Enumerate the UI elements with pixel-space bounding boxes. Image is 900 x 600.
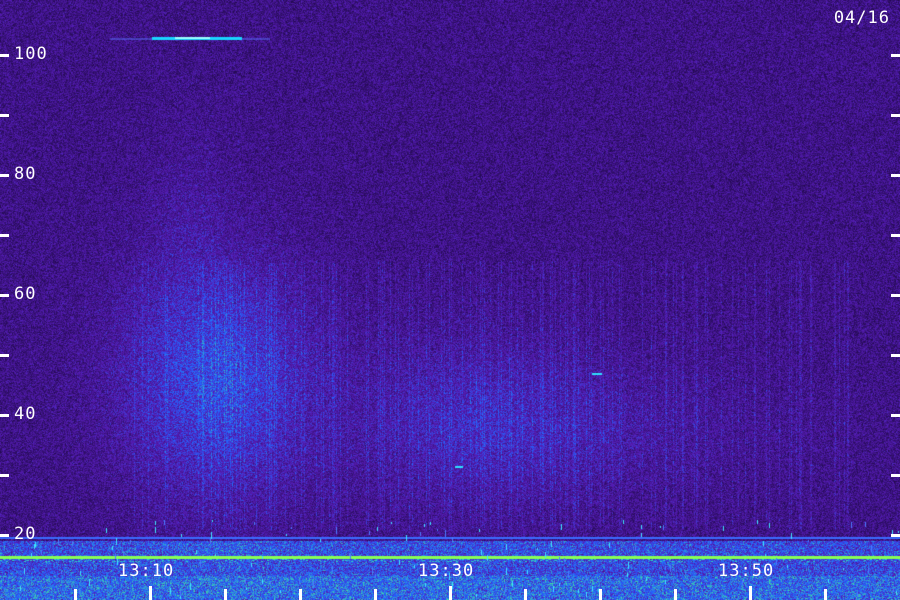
spectrogram-image <box>0 0 900 600</box>
